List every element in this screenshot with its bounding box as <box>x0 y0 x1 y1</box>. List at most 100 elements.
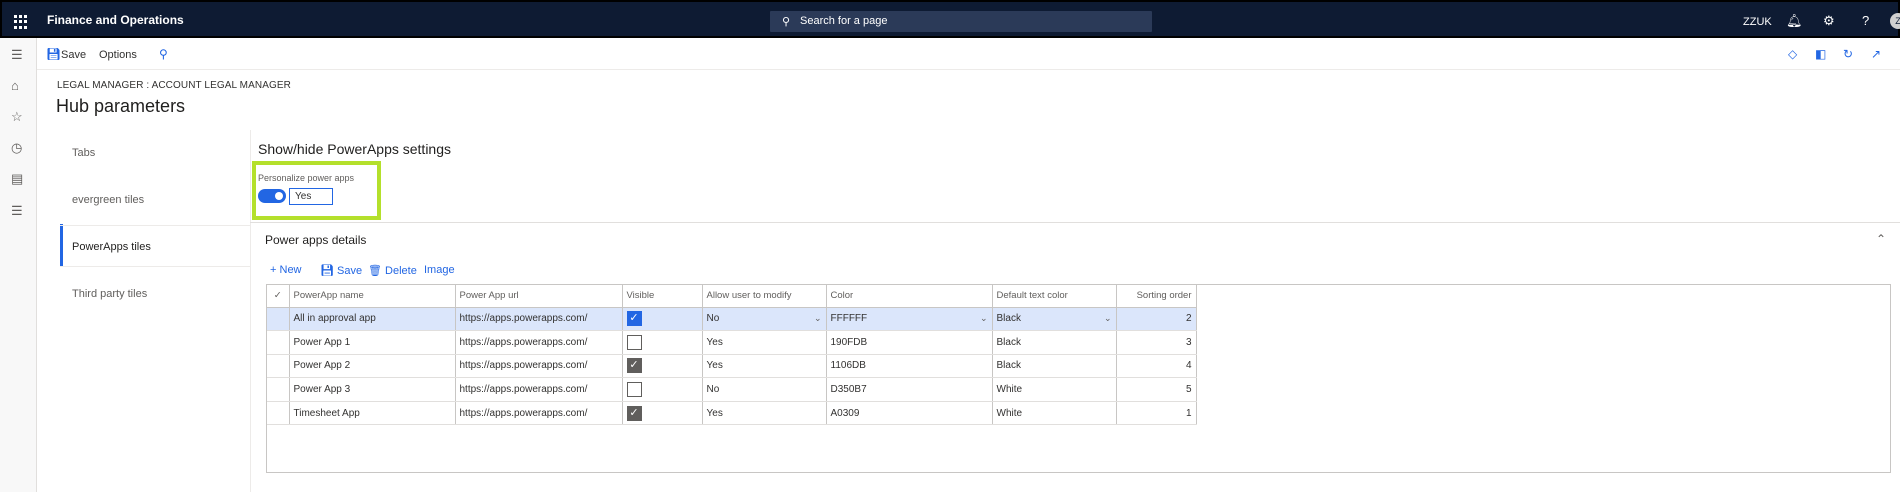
row-selector[interactable] <box>267 401 290 426</box>
column-header[interactable]: PowerApp name <box>289 285 456 308</box>
allow-modify-value: Yes <box>706 360 723 372</box>
allow-modify-cell[interactable]: No <box>702 377 827 402</box>
text-color-value: Black <box>996 313 1021 325</box>
details-title[interactable]: Power apps details <box>265 233 366 247</box>
table-row[interactable]: Power App 3 https://apps.powerapps.com/No… <box>267 377 1197 402</box>
avatar[interactable]: Z <box>1890 13 1900 29</box>
section-divider <box>250 222 1900 223</box>
color-value: 190FDB <box>830 336 868 348</box>
image-button[interactable]: Image <box>424 264 455 276</box>
color-cell[interactable]: A0309 <box>826 401 993 426</box>
save-icon[interactable]: 💾︎ <box>46 47 61 61</box>
powerapp-url-cell[interactable]: https://apps.powerapps.com/ <box>455 377 623 402</box>
column-header[interactable]: Allow user to modify <box>702 285 827 308</box>
new-button[interactable]: + New <box>270 264 302 276</box>
default-text-color-cell[interactable]: Black <box>992 330 1117 355</box>
chevron-up-icon[interactable]: ⌃ <box>1876 232 1886 246</box>
powerapp-url-cell[interactable]: https://apps.powerapps.com/ <box>455 330 623 355</box>
grid-body: All in approval app https://apps.powerapp… <box>267 307 1197 426</box>
default-text-color-cell[interactable]: Black <box>992 354 1117 379</box>
find-search-icon[interactable]: ⚲ <box>159 47 168 61</box>
tab-evergreen-tiles[interactable]: evergreen tiles <box>72 194 144 206</box>
visible-cell <box>622 330 703 355</box>
delete-button[interactable]: 🗑︎ Delete <box>368 264 417 277</box>
app-launcher-icon[interactable] <box>14 15 28 29</box>
table-row[interactable]: Power App 1 https://apps.powerapps.com/Ye… <box>267 330 1197 355</box>
chevron-down-icon[interactable]: ⌄ <box>814 313 822 324</box>
tab-tabs[interactable]: Tabs <box>72 147 95 159</box>
table-row[interactable]: Power App 2 https://apps.powerapps.com/✓ Y… <box>267 354 1197 379</box>
powerapp-url-cell[interactable]: https://apps.powerapps.com/ <box>455 307 623 332</box>
row-selector[interactable] <box>267 377 290 402</box>
row-selector[interactable] <box>267 330 290 355</box>
tab-powerapps-tiles[interactable]: PowerApps tiles <box>72 241 151 253</box>
hamburger-menu-icon[interactable]: ☰ <box>11 47 23 63</box>
visible-checkbox[interactable] <box>626 382 642 398</box>
sorting-order-cell[interactable]: 3 <box>1116 330 1197 355</box>
home-icon[interactable]: ⌂ <box>11 78 19 93</box>
default-text-color-cell[interactable]: Black ⌄ <box>992 307 1117 332</box>
table-row[interactable]: Timesheet App https://apps.powerapps.com/… <box>267 401 1197 426</box>
search-box[interactable]: ⚲ Search for a page <box>770 11 1152 32</box>
powerapp-url-cell[interactable]: https://apps.powerapps.com/ <box>455 401 623 426</box>
allow-modify-value: Yes <box>706 336 723 348</box>
grid-save-button[interactable]: 💾︎ Save <box>320 264 362 277</box>
company-picker[interactable]: ZZUK <box>1743 16 1772 28</box>
table-row[interactable]: All in approval app https://apps.powerapp… <box>267 307 1197 332</box>
visible-checkbox[interactable]: ✓ <box>626 311 642 327</box>
powerapp-name-cell[interactable]: All in approval app <box>289 307 456 332</box>
page-title: Hub parameters <box>56 96 186 116</box>
visible-checkbox[interactable] <box>626 334 642 350</box>
office-icon[interactable]: ◧ <box>1815 47 1826 61</box>
powerapp-name-cell[interactable]: Power App 1 <box>289 330 456 355</box>
allow-modify-cell[interactable]: Yes <box>702 330 827 355</box>
chevron-down-icon[interactable]: ⌄ <box>980 313 988 324</box>
color-cell[interactable]: D350B7 <box>826 377 993 402</box>
select-all-checkmark-icon[interactable]: ✓ <box>267 285 290 308</box>
allow-modify-cell[interactable]: No ⌄ <box>702 307 827 332</box>
sorting-order-cell[interactable]: 4 <box>1116 354 1197 379</box>
modules-list-icon[interactable]: ☰ <box>11 203 23 219</box>
notifications-icon[interactable]: 🔔︎ <box>1786 13 1803 29</box>
powerapp-url-cell[interactable]: https://apps.powerapps.com/ <box>455 354 623 379</box>
save-button[interactable]: Save <box>61 49 86 61</box>
sorting-order-cell[interactable]: 2 <box>1116 307 1197 332</box>
column-header[interactable]: Power App url <box>455 285 623 308</box>
allow-modify-cell[interactable]: Yes <box>702 401 827 426</box>
sorting-order-cell[interactable]: 1 <box>1116 401 1197 426</box>
visible-checkbox[interactable]: ✓ <box>626 405 642 421</box>
color-cell[interactable]: FFFFFF ⌄ <box>826 307 993 332</box>
workspaces-icon[interactable]: ▤ <box>11 171 23 187</box>
column-header[interactable]: Color <box>826 285 993 308</box>
default-text-color-cell[interactable]: White <box>992 401 1117 426</box>
default-text-color-cell[interactable]: White <box>992 377 1117 402</box>
refresh-icon[interactable]: ↻ <box>1843 47 1853 61</box>
app-title[interactable]: Finance and Operations <box>47 13 184 27</box>
color-cell[interactable]: 1106DB <box>826 354 993 379</box>
row-selector[interactable] <box>267 354 290 379</box>
open-new-window-icon[interactable]: ↗ <box>1871 47 1881 61</box>
powerapp-name-cell[interactable]: Timesheet App <box>289 401 456 426</box>
power-apps-icon[interactable]: ◇ <box>1788 47 1797 61</box>
powerapp-name-cell[interactable]: Power App 3 <box>289 377 456 402</box>
personalize-power-apps-toggle[interactable] <box>258 189 286 203</box>
help-icon[interactable]: ? <box>1862 13 1869 28</box>
chevron-down-icon[interactable]: ⌄ <box>1104 313 1112 324</box>
column-header[interactable]: Default text color <box>992 285 1117 308</box>
tab-third-party-tiles[interactable]: Third party tiles <box>72 288 147 300</box>
color-cell[interactable]: 190FDB <box>826 330 993 355</box>
visible-checkbox[interactable]: ✓ <box>626 358 642 374</box>
powerapp-name-cell[interactable]: Power App 2 <box>289 354 456 379</box>
sorting-order-cell[interactable]: 5 <box>1116 377 1197 402</box>
text-color-value: Black <box>996 336 1021 348</box>
row-selector[interactable] <box>267 307 290 332</box>
column-header[interactable]: Visible <box>622 285 703 308</box>
recent-clock-icon[interactable]: ◷ <box>11 140 22 156</box>
allow-modify-cell[interactable]: Yes <box>702 354 827 379</box>
column-header[interactable]: Sorting order <box>1116 285 1197 308</box>
settings-gear-icon[interactable]: ⚙ <box>1823 13 1835 29</box>
options-button[interactable]: Options <box>99 49 137 61</box>
navigation-pane: ☰ ⌂ ☆ ◷ ▤ ☰ <box>0 38 37 492</box>
favorites-star-icon[interactable]: ☆ <box>11 109 23 125</box>
action-pane: 💾︎ Save Options ⚲ ◇ ◧ ↻ ↗ <box>37 38 1900 70</box>
